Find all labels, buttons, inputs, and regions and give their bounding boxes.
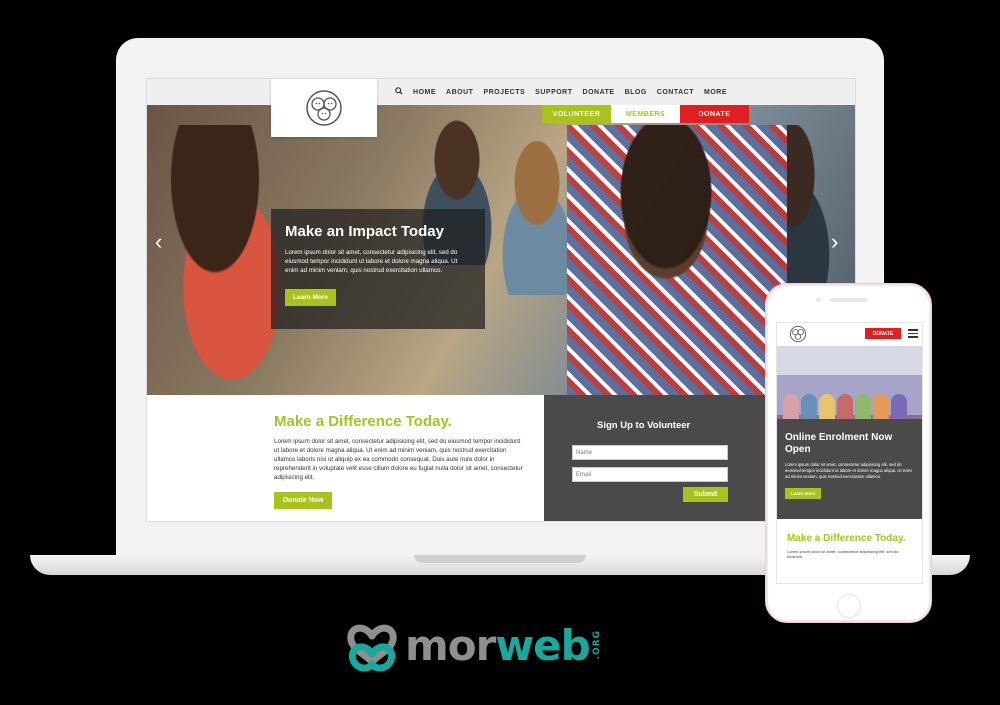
faces-logo-icon bbox=[306, 90, 342, 126]
nav-item-blog[interactable]: BLOG bbox=[625, 89, 647, 96]
phone-camera bbox=[816, 297, 821, 302]
donate-button[interactable]: DONATE bbox=[680, 105, 749, 123]
mobile-difference-section: Make a Difference Today. Lorem ipsum dol… bbox=[777, 519, 922, 583]
phone-home-button bbox=[837, 594, 861, 618]
site-logo[interactable] bbox=[271, 79, 377, 137]
enrolment-text: Lorem ipsum dolor sit amet, consectetur … bbox=[785, 462, 912, 479]
nav-item-projects[interactable]: PROJECTS bbox=[483, 89, 525, 96]
hamburger-menu-icon[interactable] bbox=[908, 329, 918, 338]
nav-item-home[interactable]: HOME bbox=[413, 89, 436, 96]
difference-title: Make a Difference Today. bbox=[274, 413, 452, 430]
slider-next-icon[interactable]: › bbox=[831, 229, 838, 255]
volunteer-button[interactable]: VOLUNTEER bbox=[542, 105, 611, 123]
phone-speaker bbox=[830, 298, 868, 302]
name-field[interactable]: Name bbox=[572, 445, 728, 460]
laptop-notch bbox=[414, 555, 586, 563]
top-nav: HOME ABOUT PROJECTS SUPPORT DONATE BLOG … bbox=[147, 79, 855, 105]
nav-item-contact[interactable]: CONTACT bbox=[657, 89, 694, 96]
email-field[interactable]: Email bbox=[572, 467, 728, 482]
brand-org: .ORG bbox=[591, 630, 602, 660]
mobile-difference-text: Lorem ipsum dolor sit amet, consectetur … bbox=[787, 549, 899, 559]
enrolment-title: Online Enrolment Now Open bbox=[785, 432, 893, 455]
promo-stage: HOME ABOUT PROJECTS SUPPORT DONATE BLOG … bbox=[0, 0, 1000, 705]
volunteer-title: Sign Up to Volunteer bbox=[597, 420, 691, 431]
difference-text: Lorem ipsum dolor sit amet, consectetur … bbox=[274, 438, 523, 481]
submit-button[interactable]: Submit bbox=[683, 487, 728, 502]
desktop-site: HOME ABOUT PROJECTS SUPPORT DONATE BLOG … bbox=[146, 78, 856, 522]
search-icon[interactable] bbox=[395, 87, 403, 97]
nav-item-more[interactable]: MORE bbox=[704, 89, 727, 96]
mobile-donate-button[interactable]: DONATE bbox=[865, 328, 901, 339]
hero-photo-figure bbox=[567, 125, 787, 395]
slider-prev-icon[interactable]: ‹ bbox=[155, 229, 162, 255]
nav-item-about[interactable]: ABOUT bbox=[446, 89, 473, 96]
members-button[interactable]: MEMBERS bbox=[611, 105, 680, 123]
heart-knot-logo-icon bbox=[347, 624, 397, 672]
difference-section: Make a Difference Today. Lorem ipsum dol… bbox=[147, 395, 544, 521]
brand-web: web bbox=[495, 620, 590, 670]
morweb-logo: mor web .ORG bbox=[345, 615, 602, 675]
hero-slider: ‹ › Make an Impact Today Lorem ipsum dol… bbox=[147, 105, 855, 395]
mobile-site: DONATE Online Enrolment Now Open Lorem i… bbox=[776, 322, 923, 584]
mobile-enrolment-card: Online Enrolment Now Open Lorem ipsum do… bbox=[777, 419, 922, 519]
phone-frame: DONATE Online Enrolment Now Open Lorem i… bbox=[765, 283, 932, 623]
hero-title: Make an Impact Today bbox=[285, 223, 444, 240]
nav-item-donate[interactable]: DONATE bbox=[583, 89, 615, 96]
nav-item-support[interactable]: SUPPORT bbox=[535, 89, 572, 96]
mobile-learn-more-button[interactable]: Learn More bbox=[785, 488, 822, 499]
cta-buttons: VOLUNTEER MEMBERS DONATE bbox=[542, 105, 749, 123]
hero-text: Lorem ipsum dolor sit amet, consectetur … bbox=[285, 249, 458, 274]
donate-now-button[interactable]: Donate Now bbox=[274, 492, 333, 509]
mobile-nav: DONATE bbox=[777, 323, 922, 346]
nav-menu: HOME ABOUT PROJECTS SUPPORT DONATE BLOG … bbox=[395, 87, 727, 97]
brand-wordmark: mor web .ORG bbox=[405, 621, 602, 670]
mobile-difference-title: Make a Difference Today. bbox=[787, 533, 906, 544]
learn-more-button[interactable]: Learn More bbox=[285, 289, 337, 306]
brand-mor: mor bbox=[405, 620, 496, 670]
faces-logo-icon[interactable] bbox=[789, 325, 807, 343]
hero-caption: Make an Impact Today Lorem ipsum dolor s… bbox=[271, 209, 485, 329]
